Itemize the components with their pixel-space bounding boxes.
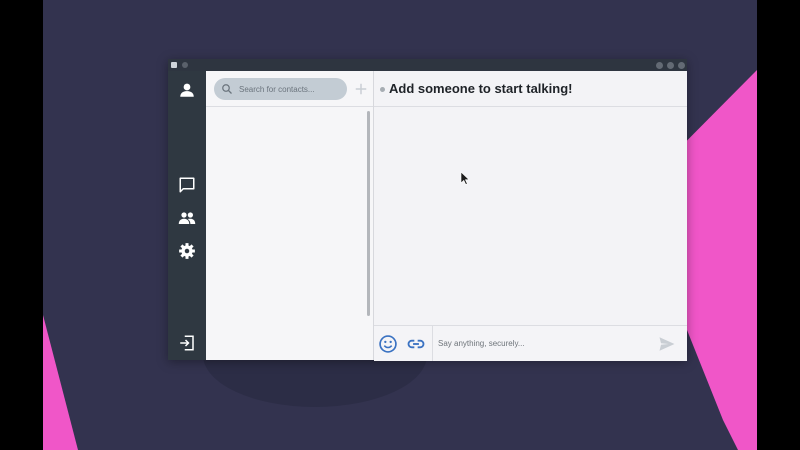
chat-panel: Add someone to start talking!	[374, 71, 687, 361]
logout-icon	[180, 335, 194, 351]
profile-button[interactable]	[175, 78, 199, 102]
sidebar-item-chats[interactable]	[175, 173, 199, 197]
chat-header: Add someone to start talking!	[374, 71, 687, 107]
chat-title: Add someone to start talking!	[389, 81, 573, 96]
minimize-button[interactable]	[656, 62, 663, 69]
sidebar-item-contacts[interactable]	[175, 206, 199, 230]
window-titlebar[interactable]	[168, 59, 687, 71]
user-icon	[180, 83, 194, 97]
search-input[interactable]	[239, 84, 339, 94]
divider	[432, 326, 433, 361]
divider	[206, 106, 373, 107]
sidebar-item-logout[interactable]	[175, 331, 199, 355]
message-input[interactable]	[438, 335, 638, 352]
contacts-scrollbar[interactable]	[367, 111, 370, 316]
mouse-cursor-icon	[460, 171, 470, 185]
plus-icon	[355, 83, 367, 95]
contact-search[interactable]	[214, 78, 347, 100]
send-button[interactable]	[657, 334, 677, 354]
app-icon	[171, 62, 177, 68]
sidebar-item-settings[interactable]	[175, 239, 199, 263]
message-composer	[374, 325, 687, 361]
desktop-background: Add someone to start talking!	[43, 0, 757, 450]
maximize-button[interactable]	[667, 62, 674, 69]
add-contact-button[interactable]	[352, 80, 370, 98]
emoji-icon	[379, 335, 397, 353]
attach-link-button[interactable]	[404, 332, 428, 356]
search-icon	[222, 84, 232, 94]
title-dot-icon	[182, 62, 188, 68]
chat-icon	[179, 177, 195, 193]
emoji-button[interactable]	[376, 332, 400, 356]
link-icon	[407, 339, 425, 349]
message-area[interactable]	[374, 107, 687, 325]
app-window: Add someone to start talking!	[168, 59, 687, 361]
status-dot-icon	[380, 87, 385, 92]
contacts-panel	[206, 71, 374, 360]
sidebar	[168, 71, 206, 360]
send-icon	[659, 337, 675, 351]
close-button[interactable]	[678, 62, 685, 69]
gear-icon	[179, 243, 195, 259]
contacts-icon	[178, 212, 196, 224]
